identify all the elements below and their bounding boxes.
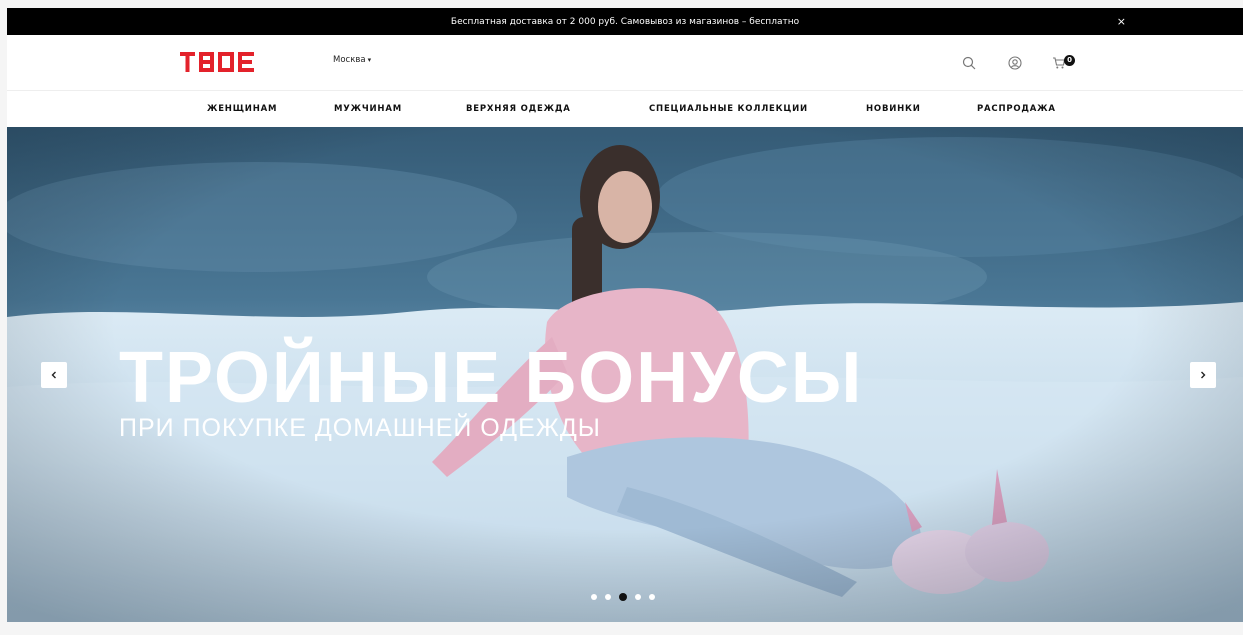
nav-item-special-collections[interactable]: СПЕЦИАЛЬНЫЕ КОЛЛЕКЦИИ: [649, 91, 808, 127]
cart-count-badge: 0: [1064, 55, 1075, 66]
nav-item-men[interactable]: МУЖЧИНАМ: [334, 91, 402, 127]
hero-subtitle: ПРИ ПОКУПКЕ ДОМАШНЕЙ ОДЕЖДЫ: [119, 414, 601, 442]
slider-dot[interactable]: [605, 594, 611, 600]
page: Бесплатная доставка от 2 000 руб. Самовы…: [0, 0, 1243, 635]
slider-dots: [591, 593, 655, 601]
promo-text: Бесплатная доставка от 2 000 руб. Самовы…: [450, 16, 800, 27]
chevron-down-icon: ▾: [367, 56, 372, 64]
slider-prev-button[interactable]: [41, 362, 67, 388]
nav-item-sale[interactable]: РАСПРОДАЖА: [977, 91, 1056, 127]
nav-item-new[interactable]: НОВИНКИ: [866, 91, 921, 127]
site-header: Москва ▾ 0: [7, 35, 1243, 91]
close-icon[interactable]: ×: [1117, 8, 1126, 35]
hero-banner[interactable]: ТРОЙНЫЕ БОНУСЫ ПРИ ПОКУПКЕ ДОМАШНЕЙ ОДЕЖ…: [7, 127, 1243, 622]
slider-dot-active[interactable]: [619, 593, 627, 601]
slider-dot[interactable]: [649, 594, 655, 600]
main-nav: ЖЕНЩИНАМ МУЖЧИНАМ ВЕРХНЯЯ ОДЕЖДА СПЕЦИАЛ…: [7, 91, 1243, 127]
promo-bar: Бесплатная доставка от 2 000 руб. Самовы…: [7, 8, 1243, 35]
chevron-right-icon: [1201, 371, 1206, 379]
chevron-left-icon: [51, 371, 56, 379]
nav-item-women[interactable]: ЖЕНЩИНАМ: [207, 91, 277, 127]
cart-button[interactable]: 0: [1052, 53, 1084, 73]
logo[interactable]: [180, 51, 256, 73]
search-icon[interactable]: [959, 53, 979, 73]
account-icon[interactable]: [1005, 53, 1025, 73]
slider-dot[interactable]: [635, 594, 641, 600]
city-selector[interactable]: Москва ▾: [333, 55, 371, 65]
nav-item-outerwear[interactable]: ВЕРХНЯЯ ОДЕЖДА: [466, 91, 571, 127]
slider-next-button[interactable]: [1190, 362, 1216, 388]
hero-title: ТРОЙНЫЕ БОНУСЫ: [119, 338, 864, 418]
city-label: Москва: [333, 55, 366, 65]
slider-dot[interactable]: [591, 594, 597, 600]
